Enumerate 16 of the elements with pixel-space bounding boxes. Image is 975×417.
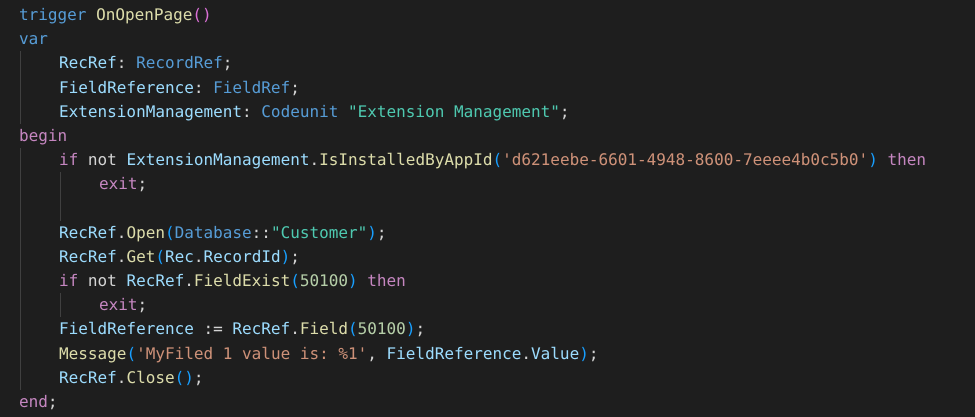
code-line: RecRef.Open(Database::"Customer");: [59, 222, 387, 244]
code-line: RecRef: RecordRef;: [59, 52, 232, 74]
code-line: FieldReference := RecRef.Field(50100);: [59, 318, 426, 340]
code-line: RecRef.Close();: [59, 366, 204, 389]
code-line: begin: [19, 124, 68, 147]
code-line: trigger OnOpenPage(): [19, 4, 212, 26]
code-line: RecRef.Get(Rec.RecordId);: [59, 246, 300, 268]
code-line: FieldReference: FieldRef;: [59, 76, 300, 99]
code-line: Message('MyFiled 1 value is: %1', FieldReference.Value);: [59, 342, 598, 365]
code-line: var: [19, 28, 48, 50]
code-line: ExtensionManagement: Codeunit "Extension Management";: [59, 100, 570, 123]
code-line: end;: [19, 391, 58, 413]
code-line: exit;: [99, 294, 148, 316]
code-line: if not RecRef.FieldExist(50100) then: [59, 270, 406, 292]
code-line: if not ExtensionManagement.IsInstalledByAppId('d621eebe-6601-4948-8600-7eeee4b0c5b0') then: [59, 149, 926, 172]
code-line: exit;: [99, 173, 148, 196]
